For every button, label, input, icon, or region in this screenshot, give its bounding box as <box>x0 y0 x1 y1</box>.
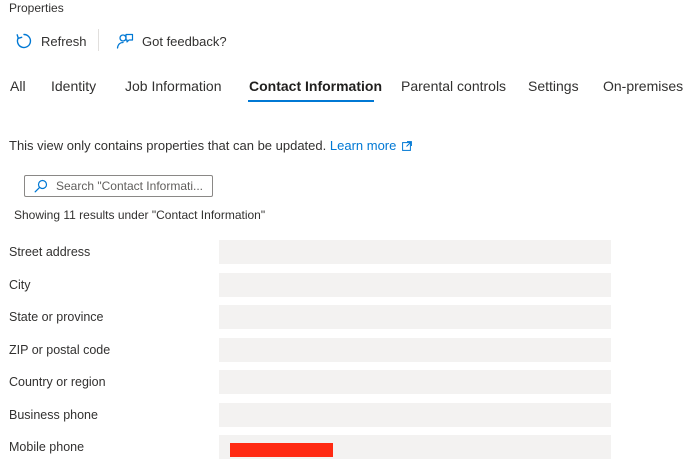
tab-identity[interactable]: Identity <box>51 78 96 94</box>
property-label: ZIP or postal code <box>9 343 111 357</box>
external-link-icon <box>402 139 413 154</box>
property-label: City <box>9 278 31 292</box>
feedback-button[interactable]: Got feedback? <box>116 31 227 51</box>
tab-parental-controls[interactable]: Parental controls <box>401 78 506 94</box>
property-row-zip-or-postal-code: ZIP or postal code <box>0 338 688 364</box>
property-row-mobile-phone: Mobile phone <box>0 435 688 461</box>
property-row-street-address: Street address <box>0 240 688 266</box>
property-label: Mobile phone <box>9 440 85 454</box>
city-field[interactable] <box>219 273 611 297</box>
property-label: Street address <box>9 245 91 259</box>
property-row-city: City <box>0 273 688 299</box>
refresh-icon <box>15 32 33 50</box>
learn-more-link[interactable]: Learn more <box>330 138 413 154</box>
tab-bar: All Identity Job Information Contact Inf… <box>0 70 688 104</box>
property-row-state-or-province: State or province <box>0 305 688 331</box>
property-label: Business phone <box>9 408 98 422</box>
business-phone-field[interactable] <box>219 403 611 427</box>
refresh-label: Refresh <box>41 33 87 49</box>
property-label: State or province <box>9 310 104 324</box>
search-icon <box>34 179 48 193</box>
search-box[interactable] <box>24 175 213 197</box>
feedback-label: Got feedback? <box>142 33 227 49</box>
property-row-country-or-region: Country or region <box>0 370 688 396</box>
notice-text: This view only contains properties that … <box>9 138 327 153</box>
feedback-icon <box>116 32 134 50</box>
redaction-mark <box>230 443 333 457</box>
zip-or-postal-code-field[interactable] <box>219 338 611 362</box>
tab-settings[interactable]: Settings <box>528 78 579 94</box>
state-or-province-field[interactable] <box>219 305 611 329</box>
tab-contact-information[interactable]: Contact Information <box>249 78 382 94</box>
page-title: Properties <box>9 1 64 15</box>
refresh-button[interactable]: Refresh <box>15 31 87 51</box>
property-label: Country or region <box>9 375 106 389</box>
results-count: Showing 11 results under "Contact Inform… <box>14 208 266 222</box>
toolbar-divider <box>98 29 99 51</box>
tab-on-premises[interactable]: On-premises <box>603 78 683 94</box>
property-row-business-phone: Business phone <box>0 403 688 429</box>
country-or-region-field[interactable] <box>219 370 611 394</box>
search-input[interactable] <box>56 179 206 193</box>
active-tab-indicator <box>248 100 374 102</box>
tab-job-information[interactable]: Job Information <box>125 78 222 94</box>
tab-all[interactable]: All <box>10 78 26 94</box>
notice-message: This view only contains properties that … <box>9 138 413 154</box>
street-address-field[interactable] <box>219 240 611 264</box>
